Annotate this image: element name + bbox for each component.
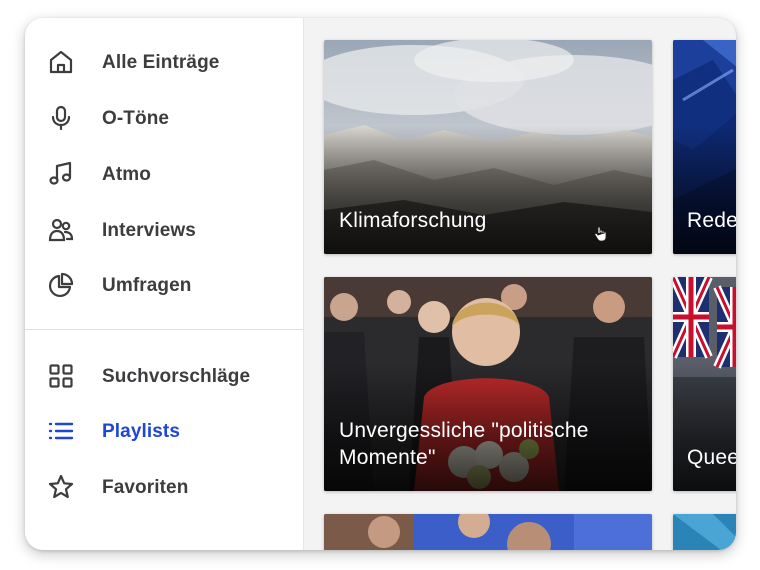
playlist-card-row3-2[interactable] [673, 514, 736, 550]
sidebar-item-o-toene[interactable]: O-Töne [25, 95, 303, 141]
sidebar-item-label: O-Töne [102, 108, 170, 129]
hand-cursor-icon [594, 226, 607, 242]
microphone-icon [47, 104, 75, 132]
card-image-stage [324, 514, 652, 550]
sidebar-item-alle-eintraege[interactable]: Alle Einträge [25, 39, 303, 85]
app-window: Alle Einträge O-Töne Atmo Interviews Umf… [25, 18, 736, 550]
playlist-card-politische-momente[interactable]: Unvergessliche "politische Momente" [324, 277, 652, 491]
list-icon [47, 417, 75, 445]
sidebar-item-label: Alle Einträge [102, 52, 220, 73]
sidebar-item-label: Playlists [102, 421, 181, 442]
playlist-grid: Klimaforschung Rede Parla [303, 18, 736, 550]
sidebar-item-favoriten[interactable]: Favoriten [25, 464, 303, 510]
sidebar-item-playlists[interactable]: Playlists [25, 408, 303, 454]
sidebar: Alle Einträge O-Töne Atmo Interviews Umf… [25, 18, 304, 550]
playlist-card-rede-parla[interactable]: Rede Parla [673, 40, 736, 254]
users-icon [47, 216, 75, 244]
sidebar-item-label: Umfragen [102, 275, 192, 296]
card-title: Rede Parla [687, 209, 736, 232]
sidebar-item-suchvorschlaege[interactable]: Suchvorschläge [25, 353, 303, 399]
card-image-sky [673, 514, 736, 550]
star-icon [47, 473, 75, 501]
playlist-card-row3-1[interactable] [324, 514, 652, 550]
sidebar-divider [25, 329, 303, 330]
home-icon [47, 48, 75, 76]
sidebar-item-interviews[interactable]: Interviews [25, 207, 303, 253]
grid-icon [47, 362, 75, 390]
music-note-icon [47, 160, 75, 188]
sidebar-item-label: Favoriten [102, 477, 189, 498]
card-title: Quee britis [687, 446, 736, 469]
sidebar-item-label: Interviews [102, 220, 196, 241]
pie-chart-icon [47, 271, 75, 299]
sidebar-item-label: Atmo [102, 164, 151, 185]
playlist-card-klimaforschung[interactable]: Klimaforschung [324, 40, 652, 254]
card-title: Unvergessliche "politische Momente" [339, 419, 589, 469]
sidebar-item-atmo[interactable]: Atmo [25, 151, 303, 197]
sidebar-item-label: Suchvorschläge [102, 366, 251, 387]
playlist-card-queen-britisch[interactable]: Quee britis [673, 277, 736, 491]
sidebar-item-umfragen[interactable]: Umfragen [25, 262, 303, 308]
